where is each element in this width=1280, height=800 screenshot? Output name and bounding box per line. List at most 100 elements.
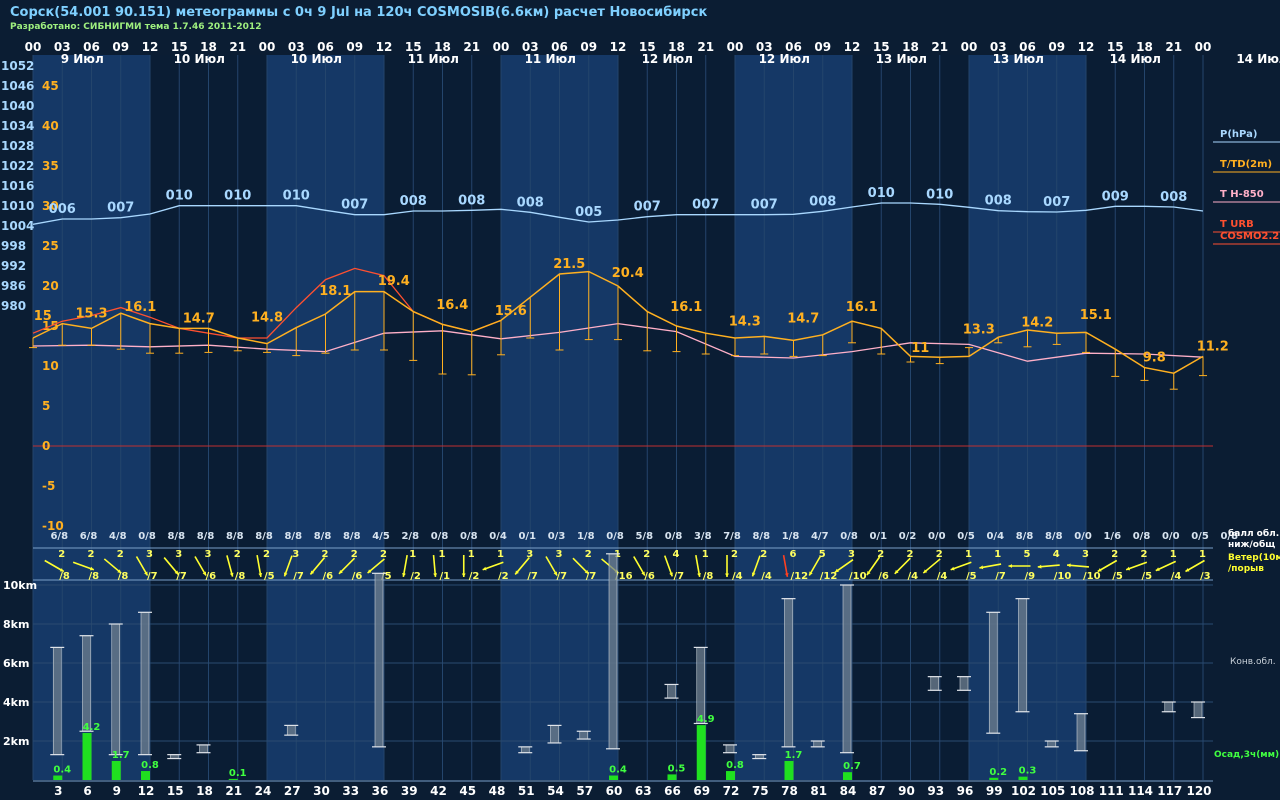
wind-gust-label: /7 xyxy=(674,571,685,582)
temperature-value-label: 20.4 xyxy=(612,266,644,281)
bottom-time-axis: 3 6 9 12 15 18 21 24 27 30 33 36 39 42 45 48 51 54 57 60 63 6… xyxy=(54,784,1211,798)
pressure-value-label: 010 xyxy=(166,189,193,204)
pressure-value-label: 009 xyxy=(1102,189,1129,204)
wind-speed-label: 2 xyxy=(322,549,329,560)
pressure-tick-label: 986 xyxy=(1,279,26,293)
cloud-label: 6/8 xyxy=(50,531,68,542)
pressure-tick-label: 1004 xyxy=(1,219,34,233)
pressure-value-label: 008 xyxy=(809,194,836,209)
temperature-tick-label: 20 xyxy=(42,279,59,293)
precip-label: 0.3 xyxy=(1019,766,1037,777)
cloud-labels: 6/8 6/8 4/8 0/8 8/8 8/8 8/8 8/8 8/8 8/8 8/8 4/5 2/8 0… xyxy=(50,531,1238,542)
time-tick-label: 45 xyxy=(459,784,476,798)
convective-cloud xyxy=(579,730,589,740)
hour-label: 21 xyxy=(697,40,714,54)
cloud-label: 2/8 xyxy=(401,531,419,542)
pressure-value-label: 008 xyxy=(517,195,544,210)
wind-gust-label: /5 xyxy=(1142,571,1153,582)
legend-entry: T/TD(2m) xyxy=(1220,159,1272,170)
wind-gust-label: /8 xyxy=(235,571,246,582)
wind-speed-label: 2 xyxy=(643,549,650,560)
wind-gust-label: /6 xyxy=(206,571,217,582)
pressure-value-label: 007 xyxy=(634,200,661,215)
wind-speed-label: 3 xyxy=(205,549,212,560)
time-tick-label: 3 xyxy=(54,784,62,798)
precip-bar xyxy=(609,775,618,780)
temperature-tick-label: 10 xyxy=(42,359,59,373)
time-tick-label: 99 xyxy=(986,784,1003,798)
height-tick-label: 10km xyxy=(3,579,37,592)
wind-speed-label: 1 xyxy=(1170,549,1177,560)
precip-label: 1.7 xyxy=(785,750,803,761)
pressure-value-label: 007 xyxy=(692,198,719,213)
convective-cloud xyxy=(784,598,793,748)
hour-label: 00 xyxy=(259,40,276,54)
cloud-label: 5/8 xyxy=(635,531,653,542)
hour-label: 00 xyxy=(493,40,510,54)
temperature-value-label: 16.1 xyxy=(670,300,702,315)
convective-cloud xyxy=(930,676,940,691)
wind-speed-label: 2 xyxy=(117,549,124,560)
wind-gust-label: /7 xyxy=(176,571,187,582)
day-label: 11 Июл xyxy=(408,52,459,66)
hour-label: 09 xyxy=(814,40,831,54)
cloud-label: 0/8 xyxy=(606,531,624,542)
pressure-tick-label: 1010 xyxy=(1,199,34,213)
wind-speed-label: 2 xyxy=(907,549,914,560)
wind-gust-label: /5 xyxy=(264,571,275,582)
wind-gust-label: /1 xyxy=(440,571,451,582)
wind-gust-label: /6 xyxy=(878,571,889,582)
temperature-value-label: 14.7 xyxy=(787,311,819,326)
temperature-value-label: 11.2 xyxy=(1197,339,1229,354)
convective-cloud xyxy=(199,744,208,754)
height-axis: 10km 8km 6km 4km 2km xyxy=(3,579,37,748)
wind-gust-label: /7 xyxy=(995,571,1006,582)
pressure-value-label: 010 xyxy=(224,189,251,204)
cloud-label: 8/8 xyxy=(343,531,361,542)
wind-speed-label: 1 xyxy=(994,549,1001,560)
time-tick-label: 78 xyxy=(781,784,798,798)
convective-cloud xyxy=(1018,598,1027,713)
cloud-label: 0/8 xyxy=(665,531,683,542)
cloud-label: 0/0 xyxy=(928,531,946,542)
convective-cloud xyxy=(1193,701,1203,718)
wind-gust-label: /10 xyxy=(1054,571,1072,582)
temperature-tick-label: -5 xyxy=(42,479,55,493)
convective-cloud xyxy=(52,647,62,755)
precip-bar xyxy=(1018,776,1028,780)
time-tick-label: 66 xyxy=(664,784,681,798)
legend-entry: T URB xyxy=(1220,219,1254,230)
hour-label: 12 xyxy=(1078,40,1095,54)
wind-speed-label: 5 xyxy=(819,549,826,560)
height-tick-label: 2km xyxy=(3,735,29,748)
cloud-label: 0/8 xyxy=(840,531,858,542)
temperature-value-label: 9.8 xyxy=(1143,351,1166,366)
wind-gust-label: /3 xyxy=(1200,571,1211,582)
time-tick-label: 75 xyxy=(752,784,769,798)
wind-gust-label: /4 xyxy=(908,571,919,582)
wind-speed-label: 2 xyxy=(351,549,358,560)
wind-speed-label: 1 xyxy=(409,549,416,560)
cloud-label: 6/8 xyxy=(80,531,98,542)
time-tick-label: 54 xyxy=(547,784,564,798)
wind-gust-label: /2 xyxy=(469,571,480,582)
day-label: 11 Июл xyxy=(525,52,576,66)
cloud-label: 0/1 xyxy=(518,531,536,542)
wind-gust-label: /6 xyxy=(323,571,334,582)
precip-label: 0.4 xyxy=(609,765,627,776)
wind-gust-label: /4 xyxy=(1171,571,1182,582)
hour-label: 21 xyxy=(931,40,948,54)
precip-bar xyxy=(53,775,63,780)
time-tick-label: 114 xyxy=(1128,784,1153,798)
cloud-axis-label-line: ниж/общ xyxy=(1228,539,1275,550)
wind-gust-label: /12 xyxy=(820,571,838,582)
hour-label: 12 xyxy=(142,40,159,54)
wind-axis-label: Ветер(10м)/порыв xyxy=(1228,553,1280,574)
convective-cloud xyxy=(813,740,823,748)
wind-gust-label: /10 xyxy=(1083,571,1101,582)
time-tick-label: 57 xyxy=(576,784,593,798)
wind-speed-label: 1 xyxy=(965,549,972,560)
hour-label: 00 xyxy=(961,40,978,54)
cloud-label: 4/7 xyxy=(811,531,829,542)
hour-label: 09 xyxy=(346,40,363,54)
